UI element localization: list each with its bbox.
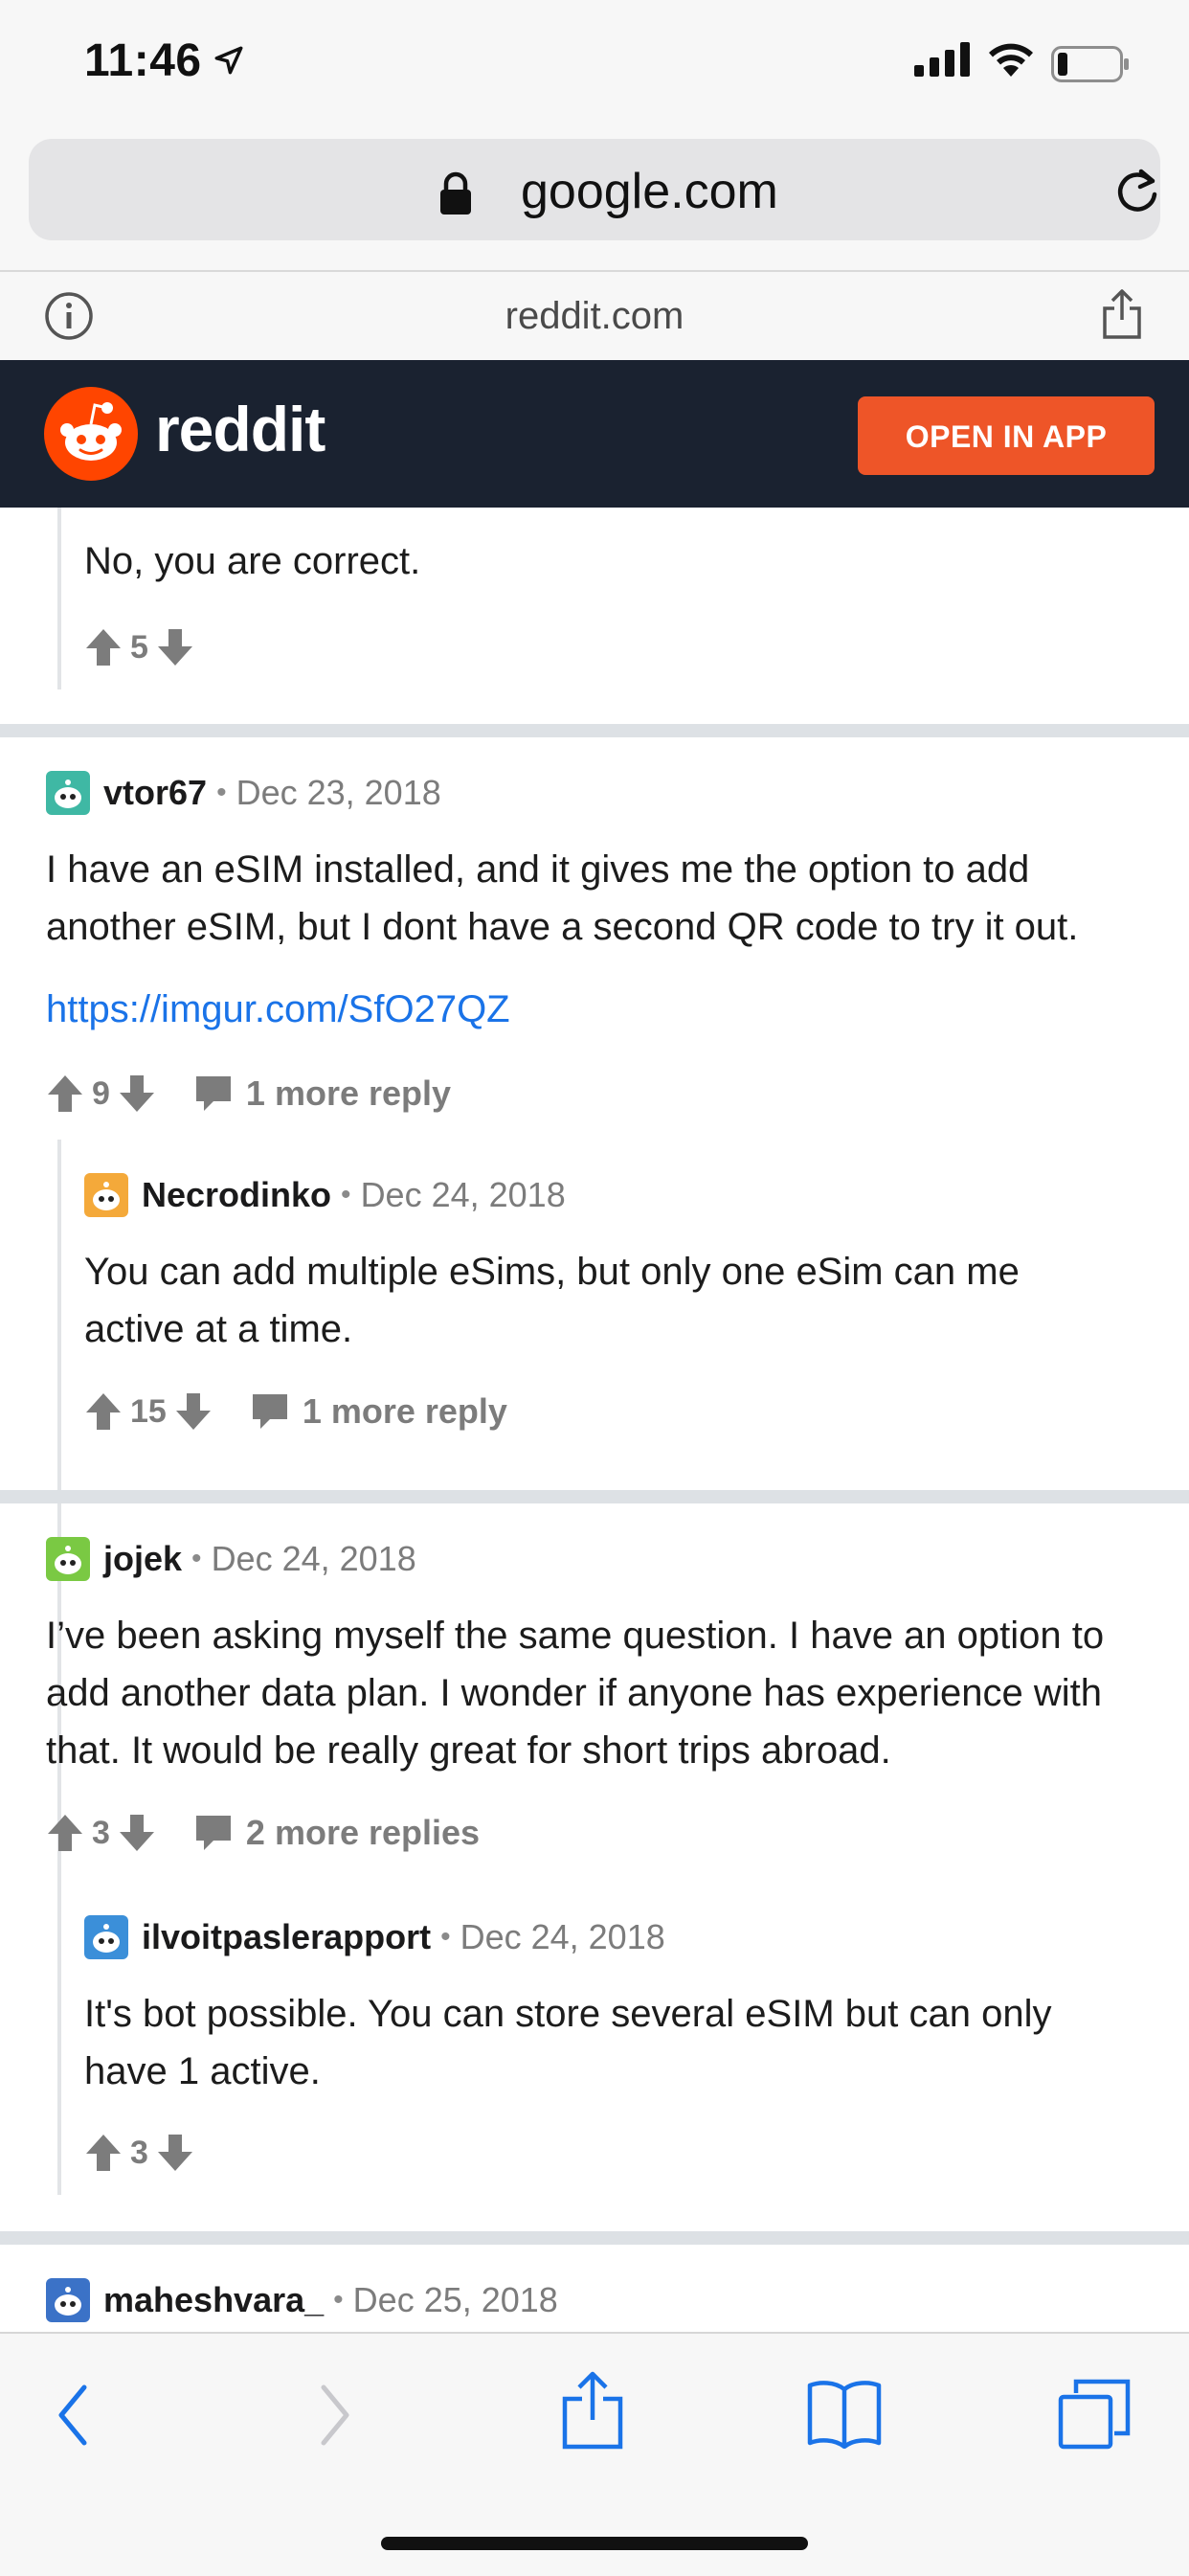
- safari-bottom-toolbar: [0, 2332, 1189, 2576]
- comment-date: Dec 25, 2018: [352, 2280, 558, 2319]
- vote-bar: 3: [84, 2126, 194, 2180]
- comment-meta: maheshvara_ • Dec 25, 2018: [46, 2276, 558, 2324]
- username[interactable]: Necrodinko: [142, 1175, 331, 1215]
- source-domain: reddit.com: [505, 295, 684, 337]
- downvote-arrow-icon[interactable]: [156, 2133, 194, 2173]
- avatar[interactable]: [46, 1537, 90, 1581]
- comment-bubble-icon: [252, 1394, 287, 1429]
- comment-feed: No, you are correct. 5 vtor67 • Dec 23, …: [0, 508, 1189, 2332]
- comment-date: Dec 24, 2018: [460, 1917, 665, 1956]
- reddit-wordmark[interactable]: reddit: [155, 393, 325, 465]
- more-replies-label: 1 more reply: [302, 1391, 507, 1431]
- comment-body: I’ve been asking myself the same questio…: [46, 1615, 1105, 1772]
- reddit-snoo-logo[interactable]: [44, 387, 138, 481]
- cellular-signal-icon: [914, 42, 970, 77]
- vote-count: 5: [130, 628, 148, 666]
- separator-dot: •: [191, 1543, 202, 1574]
- comment-link[interactable]: https://imgur.com/SfO27QZ: [46, 988, 510, 1031]
- upvote-arrow-icon[interactable]: [46, 1813, 84, 1853]
- vote-count: 3: [92, 1814, 110, 1851]
- home-indicator[interactable]: [381, 2537, 808, 2550]
- more-replies-label: 2 more replies: [245, 1813, 481, 1852]
- back-chevron-icon[interactable]: [54, 2382, 92, 2449]
- more-replies-button[interactable]: 2 more replies: [194, 1813, 480, 1853]
- thread-separator: [0, 2231, 1189, 2245]
- comment-body: No, you are correct.: [84, 540, 421, 582]
- reload-icon[interactable]: [1112, 168, 1162, 217]
- downvote-arrow-icon[interactable]: [174, 1391, 213, 1432]
- vote-bar: 3 2 more replies: [46, 1806, 480, 1860]
- comment-meta: vtor67 • Dec 23, 2018: [46, 769, 441, 817]
- thread-line: [57, 1879, 61, 2195]
- thread-line: [57, 508, 61, 689]
- snoo-avatar-icon: [55, 2287, 81, 2316]
- lock-icon: [440, 171, 471, 215]
- downvote-arrow-icon[interactable]: [156, 627, 194, 667]
- separator-dot: •: [333, 2284, 344, 2316]
- thread-separator: [0, 1490, 1189, 1503]
- upvote-arrow-icon[interactable]: [84, 627, 123, 667]
- address-text: google.com: [521, 164, 778, 219]
- comment-body: You can add multiple eSims, but only one…: [84, 1251, 1020, 1350]
- vote-bar: 9 1 more reply: [46, 1067, 451, 1120]
- comment-body: I have an eSIM installed, and it gives m…: [46, 848, 1079, 948]
- forward-chevron-icon[interactable]: [316, 2382, 354, 2449]
- comment-date: Dec 24, 2018: [360, 1175, 566, 1214]
- more-replies-button[interactable]: 1 more reply: [194, 1073, 451, 1114]
- downvote-arrow-icon[interactable]: [118, 1073, 156, 1114]
- username[interactable]: vtor67: [103, 773, 207, 813]
- comment-bubble-icon: [195, 1816, 231, 1850]
- amp-viewer-bar: reddit.com: [0, 272, 1189, 360]
- thread-separator: [0, 724, 1189, 737]
- battery-icon: [1051, 46, 1129, 82]
- avatar[interactable]: [84, 1915, 128, 1959]
- avatar[interactable]: [46, 771, 90, 815]
- tabs-overview-icon[interactable]: [1057, 2376, 1133, 2452]
- comment-bubble-icon: [195, 1076, 231, 1111]
- comment-meta: ilvoitpaslerapport • Dec 24, 2018: [84, 1913, 665, 1961]
- separator-dot: •: [216, 777, 227, 808]
- vote-count: 9: [92, 1074, 110, 1112]
- separator-dot: •: [341, 1179, 351, 1210]
- snoo-avatar-icon: [55, 1546, 81, 1574]
- browser-address-area: google.com: [0, 134, 1189, 272]
- comment-meta: Necrodinko • Dec 24, 2018: [84, 1171, 566, 1219]
- bookmarks-book-icon[interactable]: [806, 2378, 883, 2449]
- status-time: 11:46: [84, 35, 202, 86]
- comment-meta: jojek • Dec 24, 2018: [46, 1535, 416, 1583]
- address-bar[interactable]: google.com: [29, 139, 1160, 240]
- share-icon[interactable]: [559, 2370, 626, 2451]
- comment-date: Dec 24, 2018: [211, 1539, 416, 1578]
- open-in-app-button[interactable]: OPEN IN APP: [858, 396, 1155, 475]
- upvote-arrow-icon[interactable]: [46, 1073, 84, 1114]
- comment-body: It's bot possible. You can store several…: [84, 1993, 1052, 2092]
- avatar[interactable]: [84, 1173, 128, 1217]
- avatar[interactable]: [46, 2278, 90, 2322]
- snoo-avatar-icon: [93, 1182, 120, 1210]
- username[interactable]: maheshvara_: [103, 2280, 324, 2320]
- upvote-arrow-icon[interactable]: [84, 2133, 123, 2173]
- status-bar: 11:46: [0, 0, 1189, 134]
- wifi-icon: [989, 43, 1033, 77]
- username[interactable]: ilvoitpaslerapport: [142, 1917, 431, 1957]
- vote-bar: 5: [84, 621, 194, 674]
- vote-count: 3: [130, 2134, 148, 2171]
- snoo-avatar-icon: [93, 1924, 120, 1953]
- vote-bar: 15 1 more reply: [84, 1385, 507, 1438]
- separator-dot: •: [440, 1921, 451, 1953]
- location-arrow-icon: [214, 46, 243, 75]
- reddit-header: reddit OPEN IN APP: [0, 360, 1189, 508]
- more-replies-button[interactable]: 1 more reply: [251, 1391, 507, 1432]
- snoo-avatar-icon: [55, 780, 81, 808]
- comment-date: Dec 23, 2018: [236, 773, 441, 812]
- username[interactable]: jojek: [103, 1539, 182, 1579]
- vote-count: 15: [130, 1392, 167, 1430]
- more-replies-label: 1 more reply: [245, 1073, 452, 1113]
- downvote-arrow-icon[interactable]: [118, 1813, 156, 1853]
- upvote-arrow-icon[interactable]: [84, 1391, 123, 1432]
- share-icon[interactable]: [1101, 287, 1143, 341]
